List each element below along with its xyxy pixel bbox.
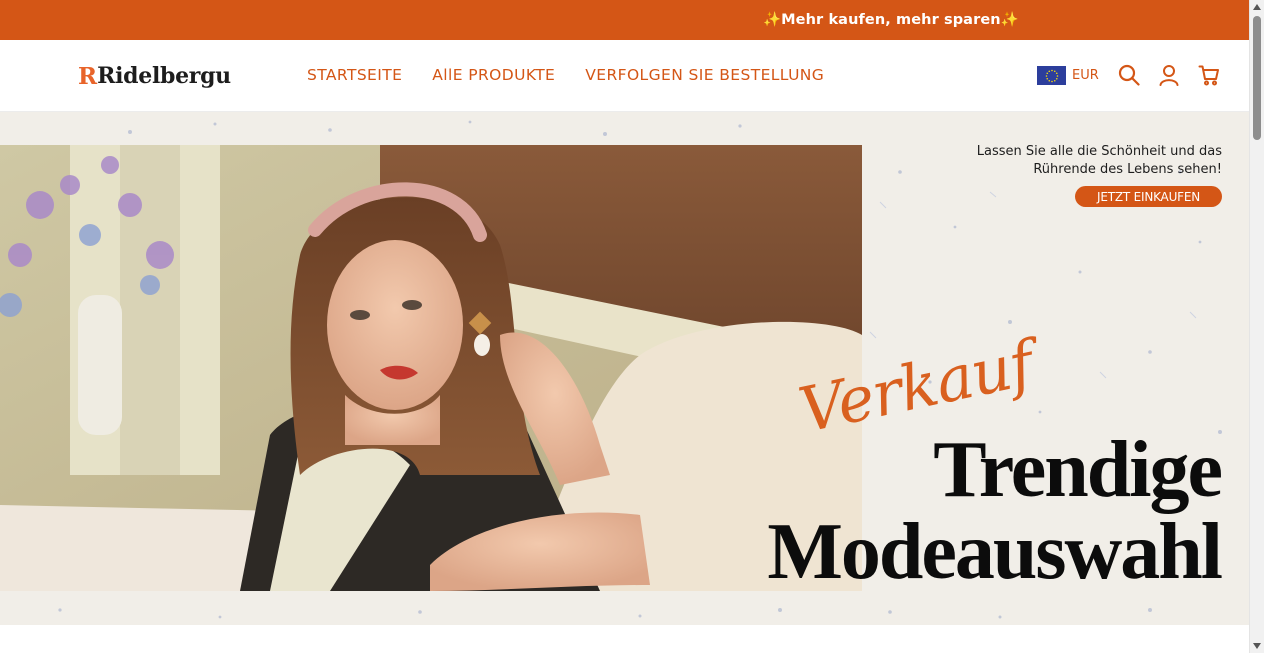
- site-logo[interactable]: R Ridelbergu: [78, 60, 231, 92]
- hero-headline-line-2: Modeauswahl: [767, 508, 1223, 596]
- logo-text: Ridelbergu: [97, 63, 231, 89]
- scroll-up-arrow-icon[interactable]: [1253, 4, 1261, 10]
- hero-tagline-line-2: Rührende des Lebens sehen!: [1033, 162, 1222, 177]
- hero-tagline-line-1: Lassen Sie alle die Schönheit und das: [976, 144, 1222, 159]
- main-nav: STARTSEITE AllE PRODUKTE VERFOLGEN SIE B…: [307, 66, 824, 84]
- page-scrollbar[interactable]: [1249, 0, 1264, 653]
- search-icon[interactable]: [1118, 64, 1140, 86]
- nav-item-all-products[interactable]: AllE PRODUKTE: [432, 66, 555, 84]
- nav-item-home[interactable]: STARTSEITE: [307, 66, 402, 84]
- hero-banner[interactable]: Lassen Sie alle die Schönheit und das Rü…: [0, 112, 1249, 625]
- nav-item-track-order[interactable]: VERFOLGEN SIE BESTELLUNG: [585, 66, 824, 84]
- announcement-bar: ✨Mehr kaufen, mehr sparen✨: [0, 0, 1249, 40]
- hero-photo-model: [0, 145, 862, 591]
- site-header: R Ridelbergu STARTSEITE AllE PRODUKTE VE…: [0, 40, 1249, 112]
- eu-flag-icon: [1037, 66, 1066, 85]
- currency-selector[interactable]: EUR: [1037, 66, 1099, 85]
- account-icon[interactable]: [1158, 64, 1180, 86]
- shop-now-button[interactable]: JETZT EINKAUFEN: [1075, 186, 1222, 207]
- scroll-down-arrow-icon[interactable]: [1253, 643, 1261, 649]
- announcement-text: ✨Mehr kaufen, mehr sparen✨: [763, 12, 1019, 28]
- currency-label: EUR: [1072, 68, 1099, 83]
- logo-mark: R: [78, 62, 98, 90]
- cart-icon[interactable]: [1198, 64, 1220, 86]
- scrollbar-thumb[interactable]: [1253, 16, 1261, 140]
- hero-tagline: Lassen Sie alle die Schönheit und das Rü…: [922, 143, 1222, 179]
- hero-headline-line-1: Trendige: [933, 426, 1223, 514]
